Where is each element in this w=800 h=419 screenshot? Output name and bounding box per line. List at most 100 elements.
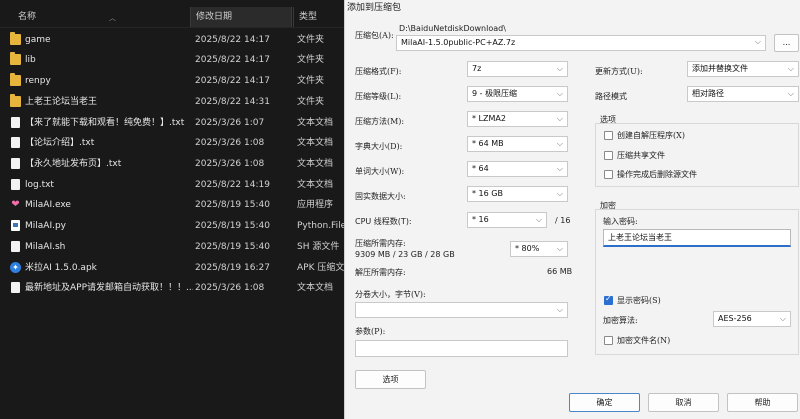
sfx-checkbox[interactable] — [604, 131, 613, 140]
enc-method-value: AES-256 — [718, 314, 752, 323]
help-button[interactable]: 帮助 — [727, 393, 798, 412]
header-divider — [0, 27, 344, 28]
file-type: 文件夹 — [297, 97, 325, 107]
file-name: 【永久地址发布页】.txt — [25, 159, 122, 169]
level-select[interactable]: 9 - 极限压缩 ⌵ — [467, 86, 568, 102]
chevron-down-icon[interactable]: ⌵ — [753, 36, 765, 50]
method-select[interactable]: * LZMA2 ⌵ — [467, 111, 568, 127]
split-select[interactable]: ⌵ — [355, 302, 568, 318]
file-type: 文本文档 — [297, 118, 334, 128]
file-row[interactable]: ✦ 米拉AI 1.5.0.apk 2025/8/19 16:27 APK 压缩文 — [0, 258, 344, 278]
dict-label: 字典大小(D): — [355, 142, 403, 151]
file-row[interactable]: 最新地址及APP请发邮箱自动获取！！！... 2025/3/26 1:08 文本… — [0, 278, 344, 298]
dialog-title: 添加到压缩包 — [347, 3, 402, 13]
update-value: 添加并替换文件 — [692, 64, 748, 73]
column-header-name[interactable]: 名称 ︿ — [13, 7, 189, 27]
text-file-icon — [11, 137, 20, 148]
update-select[interactable]: 添加并替换文件 ⌵ — [687, 61, 799, 77]
file-name: 【来了就能下载和观看！纯免费！】.txt — [25, 118, 185, 128]
chevron-down-icon: ⌵ — [535, 215, 542, 224]
chevron-down-icon: ⌵ — [556, 64, 563, 73]
shared-label: 压缩共享文件 — [617, 151, 665, 160]
method-value: * LZMA2 — [472, 114, 506, 123]
file-row[interactable]: MilaAI.py 2025/8/19 15:40 Python.File — [0, 216, 344, 236]
file-row[interactable]: 上老王论坛当老王 2025/8/22 14:31 文件夹 — [0, 92, 344, 112]
chevron-down-icon: ⌵ — [556, 189, 563, 198]
file-date: 2025/3/26 1:08 — [195, 138, 265, 148]
add-to-archive-dialog: 添加到压缩包 压缩包(A): D:\BaiduNetdiskDownload\ … — [344, 0, 800, 419]
file-row[interactable]: lib 2025/8/22 14:17 文件夹 — [0, 50, 344, 70]
mem-decomp-label: 解压所需内存: — [355, 268, 406, 277]
folder-icon — [10, 94, 21, 107]
file-row[interactable]: 【永久地址发布页】.txt 2025/3/26 1:08 文本文档 — [0, 154, 344, 174]
file-name: 最新地址及APP请发邮箱自动获取！！！... — [25, 283, 193, 293]
word-select[interactable]: * 64 ⌵ — [467, 161, 568, 177]
cpu-select[interactable]: * 16 ⌵ — [467, 212, 547, 228]
enc-method-select[interactable]: AES-256 ⌵ — [713, 311, 791, 327]
ok-button[interactable]: 确定 — [569, 393, 640, 412]
text-file-icon — [11, 241, 20, 252]
show-password-checkbox[interactable] — [604, 294, 613, 305]
apk-icon: ✦ — [10, 262, 21, 273]
format-select[interactable]: 7z ⌵ — [467, 61, 568, 77]
file-type: APK 压缩文 — [297, 263, 344, 273]
cpu-label: CPU 线程数(T): — [355, 217, 412, 226]
path-label: 路径模式 — [595, 92, 627, 101]
column-header-date[interactable]: 修改日期 — [190, 7, 292, 27]
solid-label: 固实数据大小: — [355, 192, 406, 201]
level-label: 压缩等级(L): — [355, 92, 402, 101]
chevron-down-icon: ⌵ — [556, 305, 563, 314]
chevron-down-icon: ⌵ — [556, 139, 563, 148]
mem-percent-value: * 80% — [515, 244, 540, 253]
browse-button[interactable]: ... — [774, 34, 799, 52]
cancel-button[interactable]: 取消 — [648, 393, 719, 412]
file-date: 2025/3/26 1:08 — [195, 159, 265, 169]
params-input[interactable] — [355, 340, 568, 357]
mem-percent-select[interactable]: * 80% ⌵ — [510, 241, 568, 257]
dict-select[interactable]: * 64 MB ⌵ — [467, 136, 568, 152]
file-row[interactable]: game 2025/8/22 14:17 文件夹 — [0, 30, 344, 50]
chevron-down-icon: ⌵ — [556, 114, 563, 123]
format-value: 7z — [472, 64, 482, 73]
password-label: 输入密码: — [603, 217, 638, 226]
delete-source-checkbox[interactable] — [604, 170, 613, 179]
file-name: log.txt — [25, 180, 54, 190]
encrypt-names-checkbox[interactable] — [604, 336, 613, 345]
sfx-label: 创建自解压程序(X) — [617, 131, 685, 140]
password-input[interactable]: 上老王论坛当老王 — [603, 229, 791, 247]
sort-up-icon: ︿ — [109, 14, 116, 22]
file-date: 2025/3/26 1:07 — [195, 118, 265, 128]
file-date: 2025/8/22 14:31 — [195, 97, 270, 107]
file-name: MilaAI.sh — [25, 242, 66, 252]
file-row[interactable]: 【来了就能下载和观看！纯免费！】.txt 2025/3/26 1:07 文本文档 — [0, 113, 344, 133]
text-file-icon — [11, 282, 20, 293]
file-row[interactable]: log.txt 2025/8/22 14:19 文本文档 — [0, 175, 344, 195]
encrypt-names-label: 加密文件名(N) — [617, 336, 671, 345]
text-file-icon — [11, 117, 20, 128]
method-label: 压缩方法(M): — [355, 117, 405, 126]
show-password-label: 显示密码(S) — [617, 296, 661, 305]
file-type: 文件夹 — [297, 35, 325, 45]
file-explorer-pane: 名称 ︿ 修改日期 类型 game 2025/8/22 14:17 文件夹 li… — [0, 0, 344, 419]
file-row[interactable]: ❤ MilaAI.exe 2025/8/19 15:40 应用程序 — [0, 195, 344, 215]
folder-icon — [10, 73, 21, 86]
file-row[interactable]: MilaAI.sh 2025/8/19 15:40 SH 源文件 — [0, 237, 344, 257]
file-name: 上老王论坛当老王 — [25, 97, 98, 107]
path-select[interactable]: 相对路径 ⌵ — [687, 86, 799, 102]
file-date: 2025/8/19 15:40 — [195, 200, 270, 210]
file-row[interactable]: 【论坛介绍】.txt 2025/3/26 1:08 文本文档 — [0, 133, 344, 153]
chevron-down-icon: ⌵ — [779, 314, 786, 323]
archive-label: 压缩包(A): — [355, 31, 394, 40]
file-type: 文件夹 — [297, 76, 325, 86]
text-file-icon — [11, 158, 20, 169]
mem-comp-value: 9309 MB / 23 GB / 28 GB — [355, 250, 455, 259]
file-row[interactable]: renpy 2025/8/22 14:17 文件夹 — [0, 71, 344, 91]
column-header-row: 名称 ︿ 修改日期 类型 — [0, 7, 344, 27]
options-button[interactable]: 选项 — [355, 370, 426, 389]
shared-checkbox[interactable] — [604, 151, 613, 160]
column-header-type[interactable]: 类型 — [293, 7, 344, 27]
solid-select[interactable]: * 16 GB ⌵ — [467, 186, 568, 202]
app-heart-icon: ❤ — [11, 199, 20, 210]
chevron-down-icon: ⌵ — [787, 64, 794, 73]
archive-path-input[interactable]: MilaAI-1.5.0public-PC+AZ.7z ⌵ — [396, 35, 766, 51]
